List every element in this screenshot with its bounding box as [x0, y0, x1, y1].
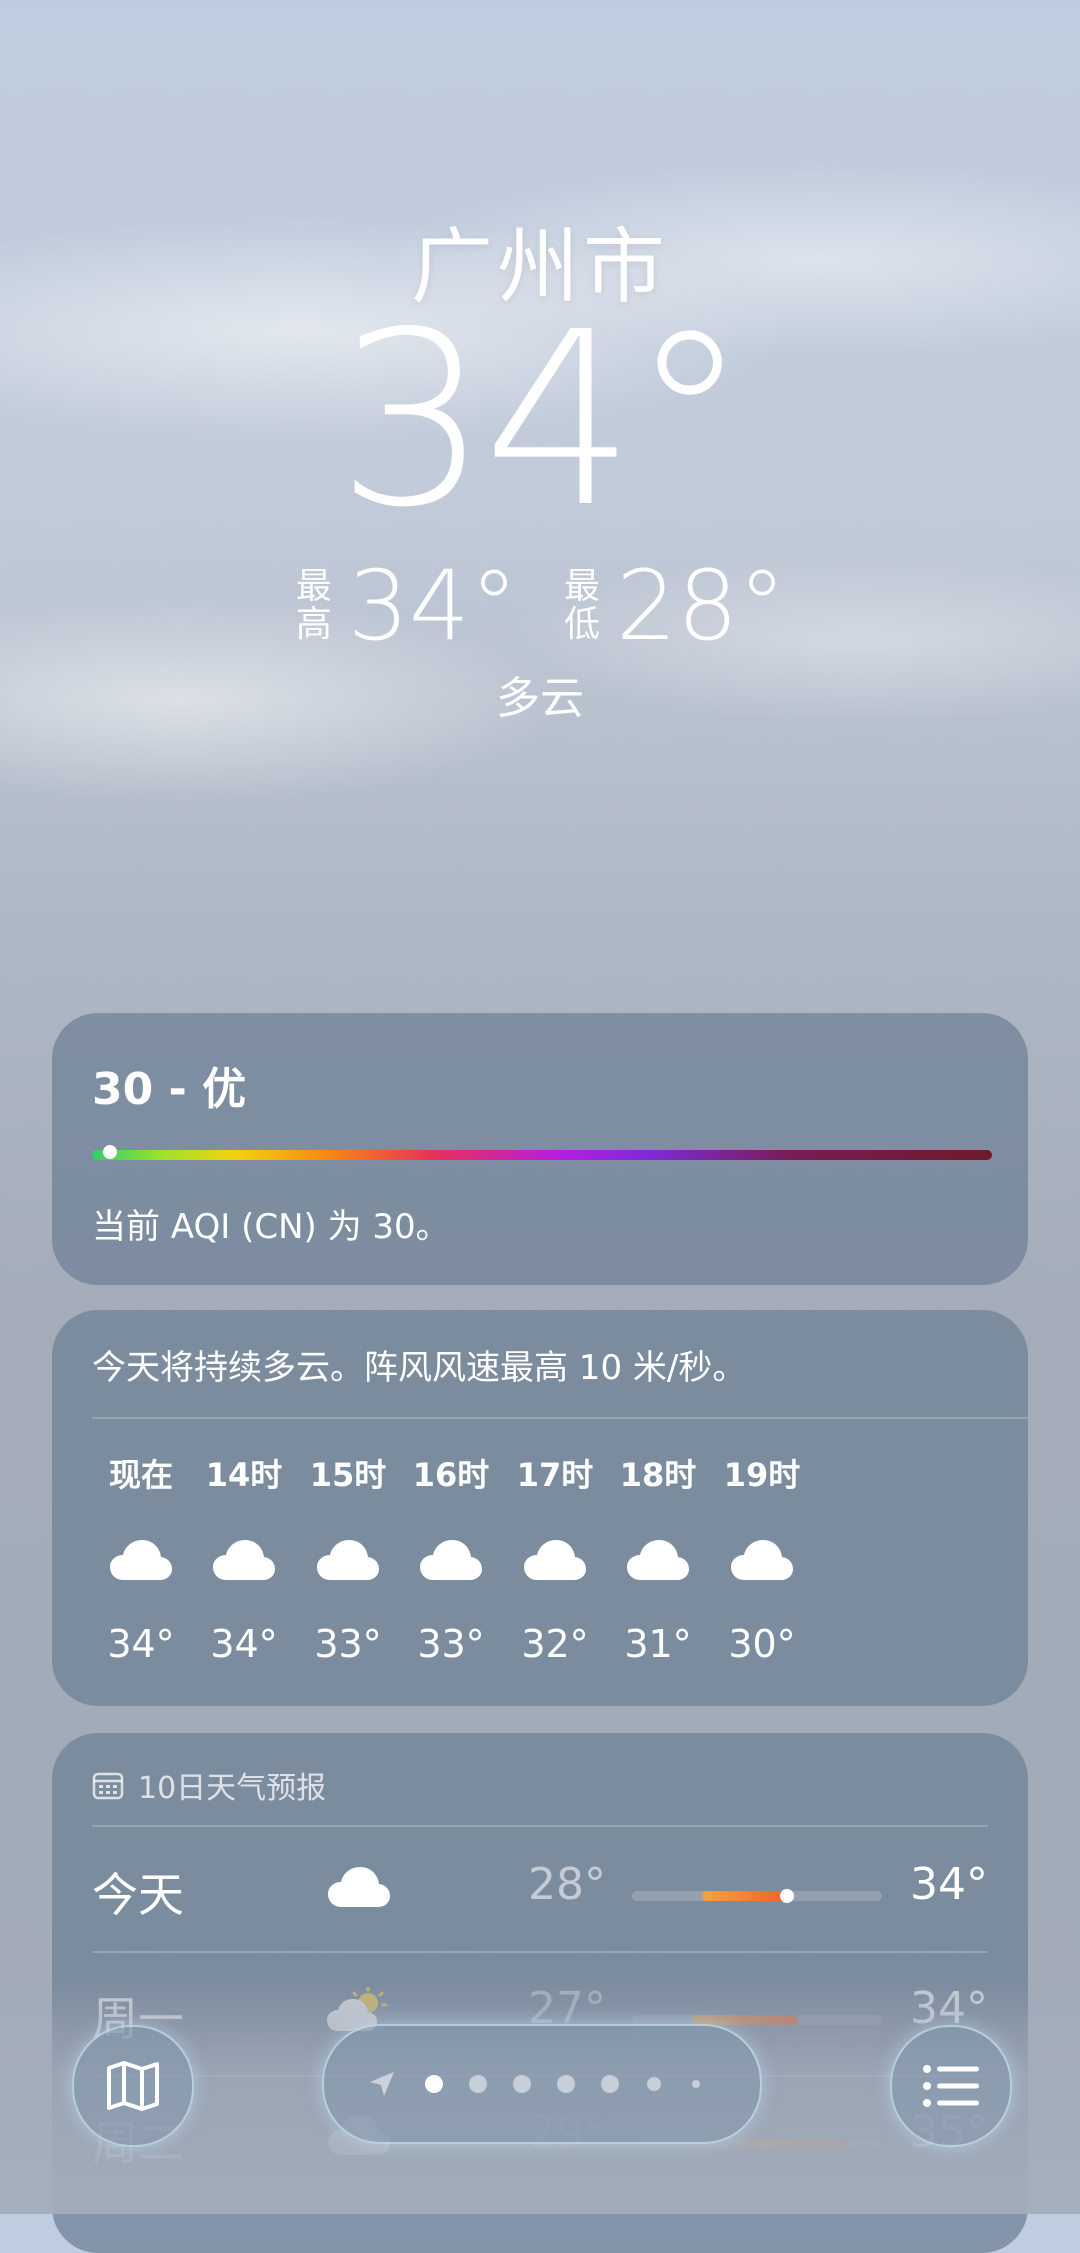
- hour-temperature: 33°: [417, 1622, 485, 1666]
- day-name: 今天: [92, 1868, 184, 1922]
- hour-temperature: 34°: [210, 1622, 278, 1666]
- day-low: 28°: [528, 1859, 606, 1910]
- cloud-icon: [326, 1863, 392, 1911]
- hour-time: 15时: [309, 1456, 387, 1494]
- cloud-icon: [211, 1536, 277, 1584]
- high-low-row: 最高 34° 最低 28°: [0, 550, 1080, 662]
- cloud-icon: [729, 1536, 795, 1584]
- hour-temperature: 31°: [624, 1622, 692, 1666]
- calendar-icon: [92, 1772, 124, 1800]
- page-indicator[interactable]: [322, 2024, 762, 2144]
- page-dot[interactable]: [469, 2075, 487, 2093]
- hour-temperature: 32°: [521, 1622, 589, 1666]
- current-temperature: 34°: [336, 280, 749, 560]
- aqi-title: 30 - 优: [92, 1064, 247, 1115]
- map-icon: [107, 2061, 159, 2111]
- page-dot[interactable]: [601, 2075, 619, 2093]
- low-temperature: 28°: [616, 550, 787, 662]
- page-dot[interactable]: [692, 2080, 700, 2088]
- hour-temperature: 34°: [107, 1622, 175, 1666]
- divider: [92, 1417, 1028, 1419]
- day-high: 34°: [910, 1859, 988, 1910]
- aqi-card[interactable]: 30 - 优 当前 AQI (CN) 为 30。: [52, 1013, 1028, 1285]
- page-dot[interactable]: [513, 2075, 531, 2093]
- map-button[interactable]: [72, 2025, 194, 2147]
- aqi-description: 当前 AQI (CN) 为 30。: [92, 1207, 450, 1247]
- divider: [92, 1825, 988, 1827]
- cloud-icon: [625, 1536, 691, 1584]
- hour-temperature: 33°: [314, 1622, 382, 1666]
- temperature-range-track: [632, 1889, 882, 1903]
- hourly-summary: 今天将持续多云。阵风风速最高 10 米/秒。: [92, 1348, 747, 1388]
- day-row[interactable]: 今天 28° 34°: [52, 1829, 1028, 1949]
- cloud-icon: [418, 1536, 484, 1584]
- hour-time: 18时: [619, 1456, 697, 1494]
- hour-column: 19时 30°: [702, 1450, 822, 1666]
- high-label: 最高: [295, 566, 332, 645]
- city-list-button[interactable]: [890, 2025, 1012, 2147]
- hour-time: 现在: [108, 1456, 173, 1494]
- hour-column: 18时 31°: [598, 1450, 718, 1666]
- daily-header-label: 10日天气预报: [138, 1771, 327, 1806]
- page-dot-active[interactable]: [425, 2075, 443, 2093]
- list-icon: [923, 2065, 979, 2107]
- low-label: 最低: [563, 566, 600, 645]
- hour-time: 17时: [516, 1456, 594, 1494]
- aqi-indicator: [103, 1145, 117, 1159]
- weather-condition: 多云: [496, 673, 584, 724]
- cloud-icon: [315, 1536, 381, 1584]
- daily-header: 10日天气预报: [92, 1763, 326, 1807]
- page-dot[interactable]: [557, 2075, 575, 2093]
- hourly-scroller[interactable]: 现在 34° 14时 34° 15时 33° 16时 33° 17时 32° 18时 31° 19时 30…: [52, 1450, 1028, 1706]
- hour-time: 16时: [412, 1456, 490, 1494]
- hour-temperature: 30°: [728, 1622, 796, 1666]
- cloud-icon: [108, 1536, 174, 1584]
- hour-time: 14时: [205, 1456, 283, 1494]
- current-temp-marker: [780, 1889, 794, 1903]
- hour-column: 14时 34°: [184, 1450, 304, 1666]
- hour-column: 17时 32°: [495, 1450, 615, 1666]
- aqi-scale-bar: [92, 1150, 992, 1160]
- hour-column: 现在 34°: [81, 1450, 201, 1666]
- hourly-forecast-card[interactable]: 今天将持续多云。阵风风速最高 10 米/秒。 现在 34° 14时 34° 15时 33°…: [52, 1310, 1028, 1706]
- hour-time: 19时: [723, 1456, 801, 1494]
- cloud-icon: [522, 1536, 588, 1584]
- hour-column: 15时 33°: [288, 1450, 408, 1666]
- page-dot[interactable]: [647, 2077, 661, 2091]
- temperature-range-fill: [702, 1891, 788, 1901]
- hour-column: 16时 33°: [391, 1450, 511, 1666]
- location-arrow-icon: [370, 2072, 394, 2096]
- high-temperature: 34°: [347, 550, 518, 662]
